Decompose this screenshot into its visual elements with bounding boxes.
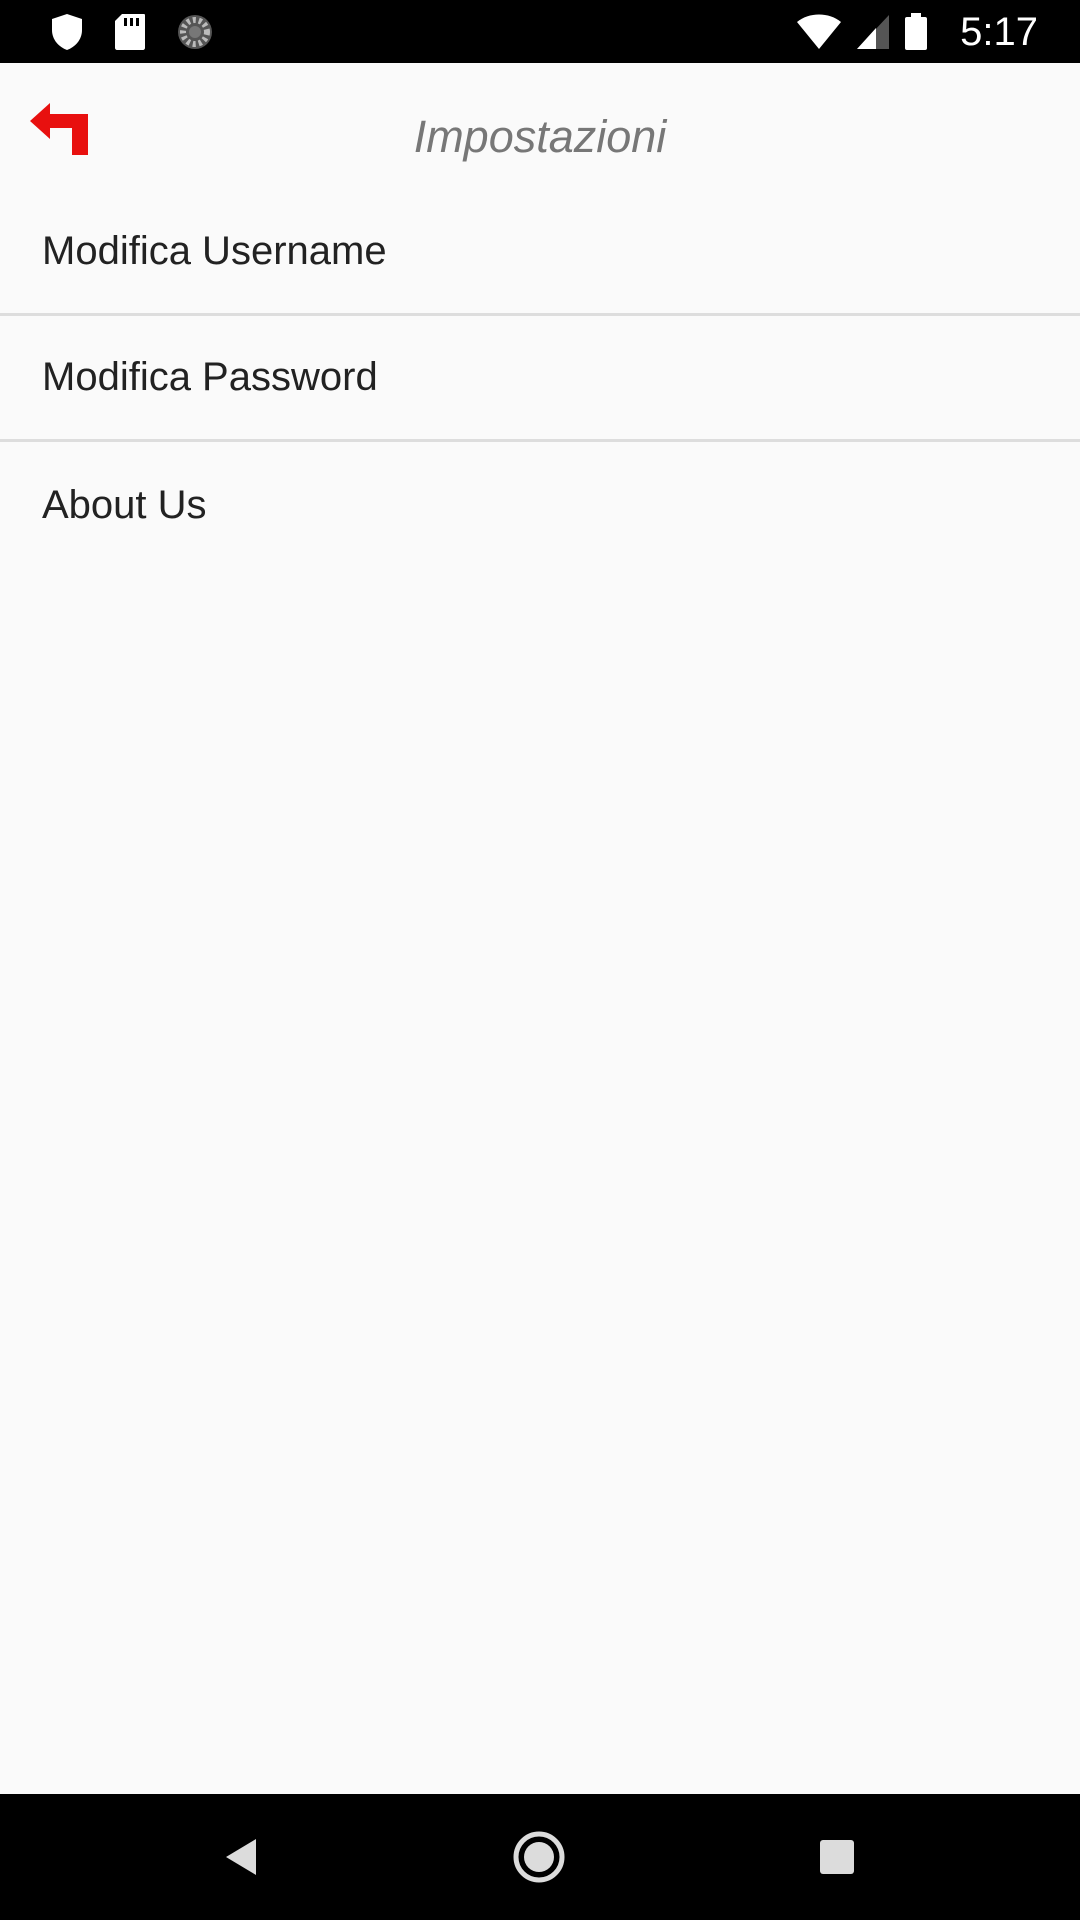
settings-item-modifica-username[interactable]: Modifica Username [0, 190, 1080, 316]
status-right-icons: 5:17 [796, 8, 1038, 56]
home-circle-icon [509, 1827, 569, 1887]
settings-item-modifica-password[interactable]: Modifica Password [0, 316, 1080, 442]
settings-list: Modifica Username Modifica Password Abou… [0, 190, 1080, 568]
page-title: Impostazioni [413, 111, 667, 162]
back-triangle-icon [212, 1827, 272, 1887]
sd-card-icon [114, 13, 146, 51]
nav-recents-button[interactable] [807, 1827, 867, 1887]
recents-square-icon [807, 1827, 867, 1887]
nav-back-button[interactable] [212, 1827, 272, 1887]
wifi-icon [796, 14, 842, 50]
status-left-icons [50, 12, 214, 52]
system-nav-bar [0, 1794, 1080, 1920]
settings-item-about-us[interactable]: About Us [0, 442, 1080, 568]
battery-icon [904, 13, 928, 51]
shield-icon [50, 13, 84, 51]
status-time: 5:17 [960, 9, 1038, 54]
settings-screen: 5:17 Impostazioni Modifica Username Modi… [0, 0, 1080, 1920]
signal-icon [856, 14, 890, 50]
sync-spinner-icon [176, 13, 214, 51]
nav-home-button[interactable] [509, 1827, 569, 1887]
status-bar: 5:17 [0, 0, 1080, 63]
